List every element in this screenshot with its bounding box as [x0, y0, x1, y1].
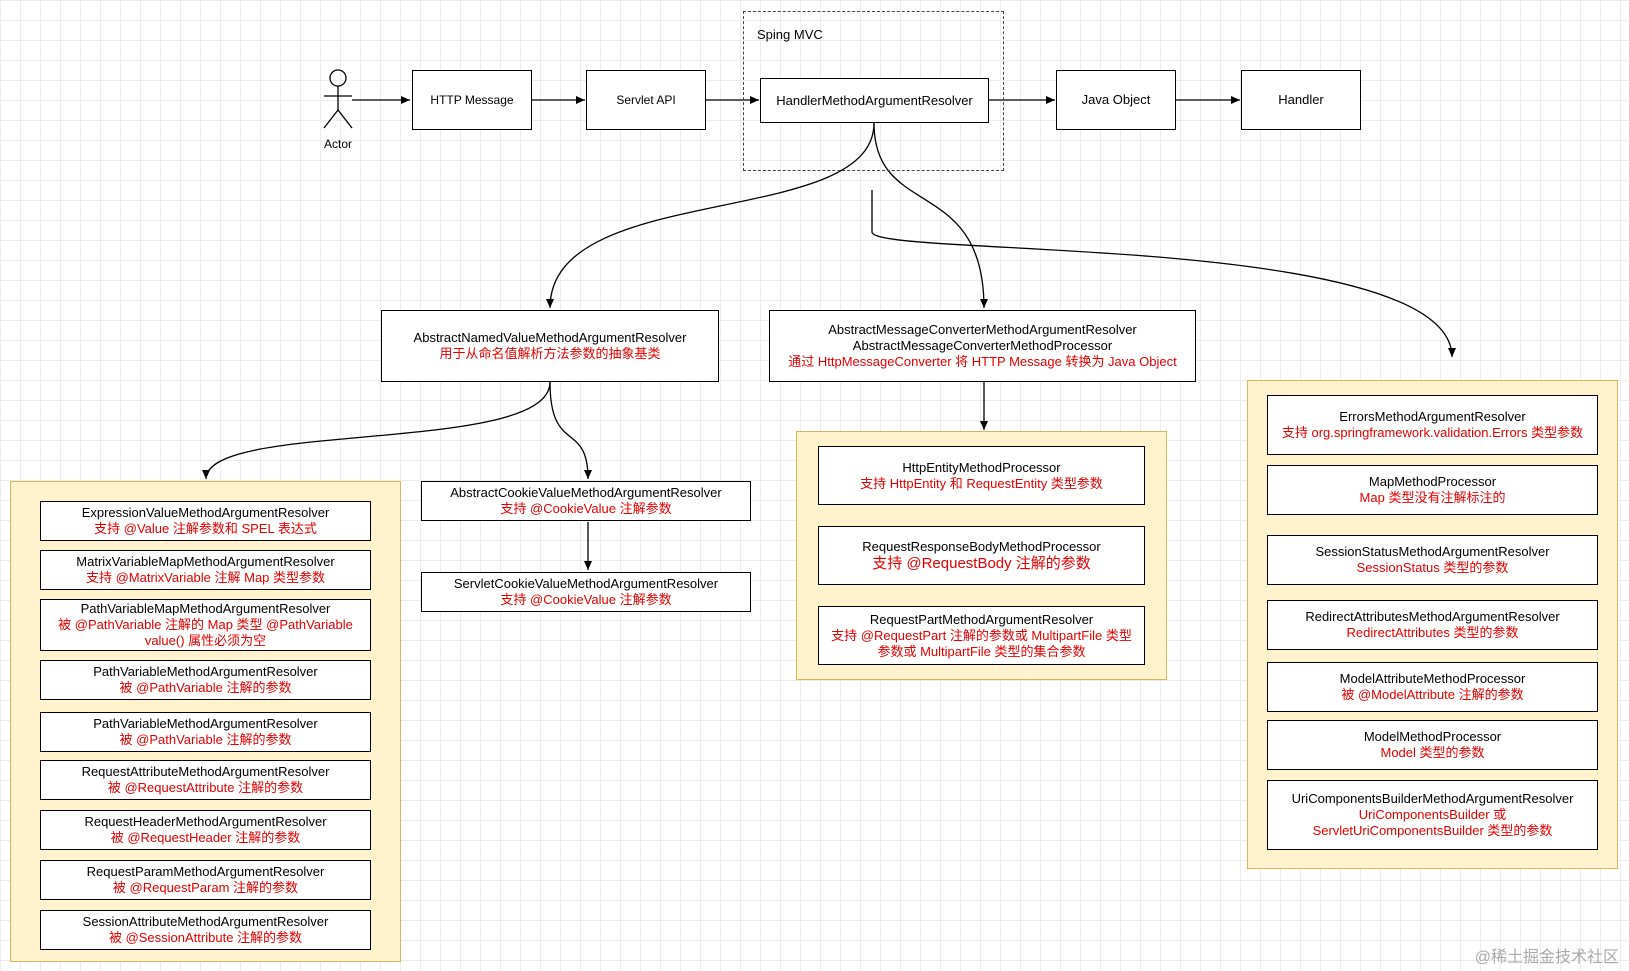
resolver-title: RequestPartMethodArgumentResolver [869, 611, 1094, 627]
resolver-title: SessionStatusMethodArgumentResolver [1315, 544, 1550, 559]
resolver-desc: UriComponentsBuilder 或 [1358, 807, 1507, 822]
edge-named-to-left-group [202, 381, 551, 480]
resolver-desc-line-2: value() 属性必须为空 [144, 633, 267, 648]
resolver-title: MatrixVariableMapMethodArgumentResolver [76, 554, 335, 569]
servlet-api-label: Servlet API [616, 93, 676, 107]
resolver-title: HttpEntityMethodProcessor [902, 459, 1061, 475]
right-resolver-item[interactable]: RedirectAttributesMethodArgumentResolver… [1267, 600, 1598, 650]
actor-label: Actor [324, 137, 353, 151]
resolver-desc: 被 @RequestAttribute 注解的参数 [107, 780, 304, 795]
cookie-value-desc: 支持 @CookieValue 注解参数 [500, 501, 672, 516]
resolver-title: SessionAttributeMethodArgumentResolver [82, 914, 329, 929]
edge-named-to-cookie [549, 381, 592, 480]
resolver-title: PathVariableMapMethodArgumentResolver [80, 601, 331, 616]
resolver-title: PathVariableMethodArgumentResolver [93, 716, 318, 731]
middle-resolver-item[interactable]: RequestPartMethodArgumentResolver 支持 @Re… [818, 606, 1145, 665]
resolver-desc: SessionStatus 类型的参数 [1356, 560, 1509, 575]
resolver-desc: Map 类型没有注解标注的 [1359, 490, 1506, 505]
left-resolver-item[interactable]: RequestParamMethodArgumentResolver 被 @Re… [40, 860, 371, 900]
named-value-title: AbstractNamedValueMethodArgumentResolver [413, 330, 687, 345]
left-resolver-item[interactable]: PathVariableMethodArgumentResolver 被 @Pa… [40, 712, 371, 752]
resolver-desc: 被 @ModelAttribute 注解的参数 [1341, 687, 1524, 702]
resolver-title: PathVariableMethodArgumentResolver [93, 664, 318, 679]
resolver-desc: 被 @PathVariable 注解的参数 [119, 680, 292, 695]
resolver-desc: 被 @PathVariable 注解的参数 [119, 732, 292, 747]
resolver-desc: 被 @PathVariable 注解的 Map 类型 @PathVariable [58, 617, 353, 632]
resolver-title: RequestAttributeMethodArgumentResolver [81, 764, 330, 779]
resolver-desc: 被 @RequestHeader 注解的参数 [110, 830, 301, 845]
resolver-title: RequestHeaderMethodArgumentResolver [84, 814, 327, 829]
http-message-box[interactable]: HTTP Message [412, 70, 532, 130]
resolver-desc: 支持 HttpEntity 和 RequestEntity 类型参数 [860, 475, 1103, 491]
left-resolver-item[interactable]: PathVariableMethodArgumentResolver 被 @Pa… [40, 660, 371, 700]
named-value-resolver-box[interactable]: AbstractNamedValueMethodArgumentResolver… [381, 310, 719, 382]
left-resolver-item[interactable]: MatrixVariableMapMethodArgumentResolver … [40, 550, 371, 590]
cookie-value-title: AbstractCookieValueMethodArgumentResolve… [450, 485, 722, 500]
watermark: @稀土掘金技术社区 [1474, 949, 1619, 966]
resolver-desc: RedirectAttributes 类型的参数 [1346, 625, 1519, 640]
resolver-title: RequestResponseBodyMethodProcessor [862, 538, 1101, 554]
message-converter-title-2: AbstractMessageConverterMethodProcessor [852, 338, 1113, 353]
actor-figure [323, 69, 353, 129]
resolver-title: MapMethodProcessor [1368, 474, 1497, 489]
servlet-api-box[interactable]: Servlet API [586, 70, 706, 130]
resolver-title: ModelAttributeMethodProcessor [1339, 671, 1526, 686]
left-resolver-item[interactable]: PathVariableMapMethodArgumentResolver 被 … [40, 599, 371, 651]
handler-label: Handler [1278, 92, 1324, 107]
right-resolver-item[interactable]: SessionStatusMethodArgumentResolver Sess… [1267, 535, 1598, 585]
resolver-desc-line-2: 参数或 MultipartFile 类型的集合参数 [877, 643, 1086, 659]
left-resolver-item[interactable]: RequestHeaderMethodArgumentResolver 被 @R… [40, 810, 371, 850]
message-converter-resolver-box[interactable]: AbstractMessageConverterMethodArgumentRe… [769, 310, 1196, 382]
resolver-desc: 支持 org.springframework.validation.Errors… [1281, 425, 1584, 440]
resolver-desc: 支持 @RequestPart 注解的参数或 MultipartFile 类型 [831, 627, 1132, 643]
container-title: Sping MVC [757, 27, 823, 42]
message-converter-title-1: AbstractMessageConverterMethodArgumentRe… [828, 322, 1137, 337]
java-object-label: Java Object [1081, 92, 1151, 107]
resolver-title: ExpressionValueMethodArgumentResolver [81, 505, 330, 520]
cookie-value-resolver-box[interactable]: AbstractCookieValueMethodArgumentResolve… [421, 481, 751, 521]
servlet-cookie-value-desc: 支持 @CookieValue 注解参数 [500, 592, 672, 607]
resolver-desc: 支持 @Value 注解参数和 SPEL 表达式 [94, 521, 317, 536]
resolver-desc: 支持 @RequestBody 注解的参数 [872, 554, 1091, 572]
right-resolver-item[interactable]: MapMethodProcessor Map 类型没有注解标注的 [1267, 465, 1598, 515]
resolver-desc: 被 @RequestParam 注解的参数 [112, 880, 299, 895]
resolver-label: HandlerMethodArgumentResolver [776, 92, 973, 108]
right-resolver-item[interactable]: UriComponentsBuilderMethodArgumentResolv… [1267, 780, 1598, 850]
java-object-box[interactable]: Java Object [1056, 70, 1176, 130]
resolver-desc: Model 类型的参数 [1380, 745, 1485, 760]
right-resolver-item[interactable]: ModelMethodProcessor Model 类型的参数 [1267, 720, 1598, 770]
resolver-box[interactable]: HandlerMethodArgumentResolver [760, 78, 989, 123]
named-value-desc: 用于从命名值解析方法参数的抽象基类 [439, 346, 661, 361]
resolver-title: UriComponentsBuilderMethodArgumentResolv… [1291, 791, 1574, 806]
right-resolver-item[interactable]: ErrorsMethodArgumentResolver 支持 org.spri… [1267, 395, 1598, 455]
right-resolver-item[interactable]: ModelAttributeMethodProcessor 被 @ModelAt… [1267, 662, 1598, 712]
middle-resolver-item[interactable]: RequestResponseBodyMethodProcessor 支持 @R… [818, 526, 1145, 585]
resolver-desc: 支持 @MatrixVariable 注解 Map 类型参数 [85, 570, 326, 585]
resolver-title: RedirectAttributesMethodArgumentResolver [1305, 609, 1560, 624]
resolver-desc: 被 @SessionAttribute 注解的参数 [108, 930, 303, 945]
resolver-title: RequestParamMethodArgumentResolver [86, 864, 325, 879]
servlet-cookie-value-title: ServletCookieValueMethodArgumentResolver [453, 576, 719, 591]
servlet-cookie-value-resolver-box[interactable]: ServletCookieValueMethodArgumentResolver… [421, 572, 751, 612]
handler-box[interactable]: Handler [1241, 70, 1361, 130]
message-converter-desc: 通过 HttpMessageConverter 将 HTTP Message 转… [788, 354, 1177, 369]
middle-resolver-item[interactable]: HttpEntityMethodProcessor 支持 HttpEntity … [818, 446, 1145, 505]
http-message-label: HTTP Message [430, 93, 514, 107]
left-resolver-item[interactable]: SessionAttributeMethodArgumentResolver 被… [40, 910, 371, 950]
left-resolver-item[interactable]: RequestAttributeMethodArgumentResolver 被… [40, 760, 371, 800]
left-resolver-item[interactable]: ExpressionValueMethodArgumentResolver 支持… [40, 501, 371, 541]
resolver-desc-line-2: ServletUriComponentsBuilder 类型的参数 [1312, 823, 1553, 838]
resolver-title: ErrorsMethodArgumentResolver [1339, 409, 1526, 424]
resolver-title: ModelMethodProcessor [1363, 729, 1502, 744]
